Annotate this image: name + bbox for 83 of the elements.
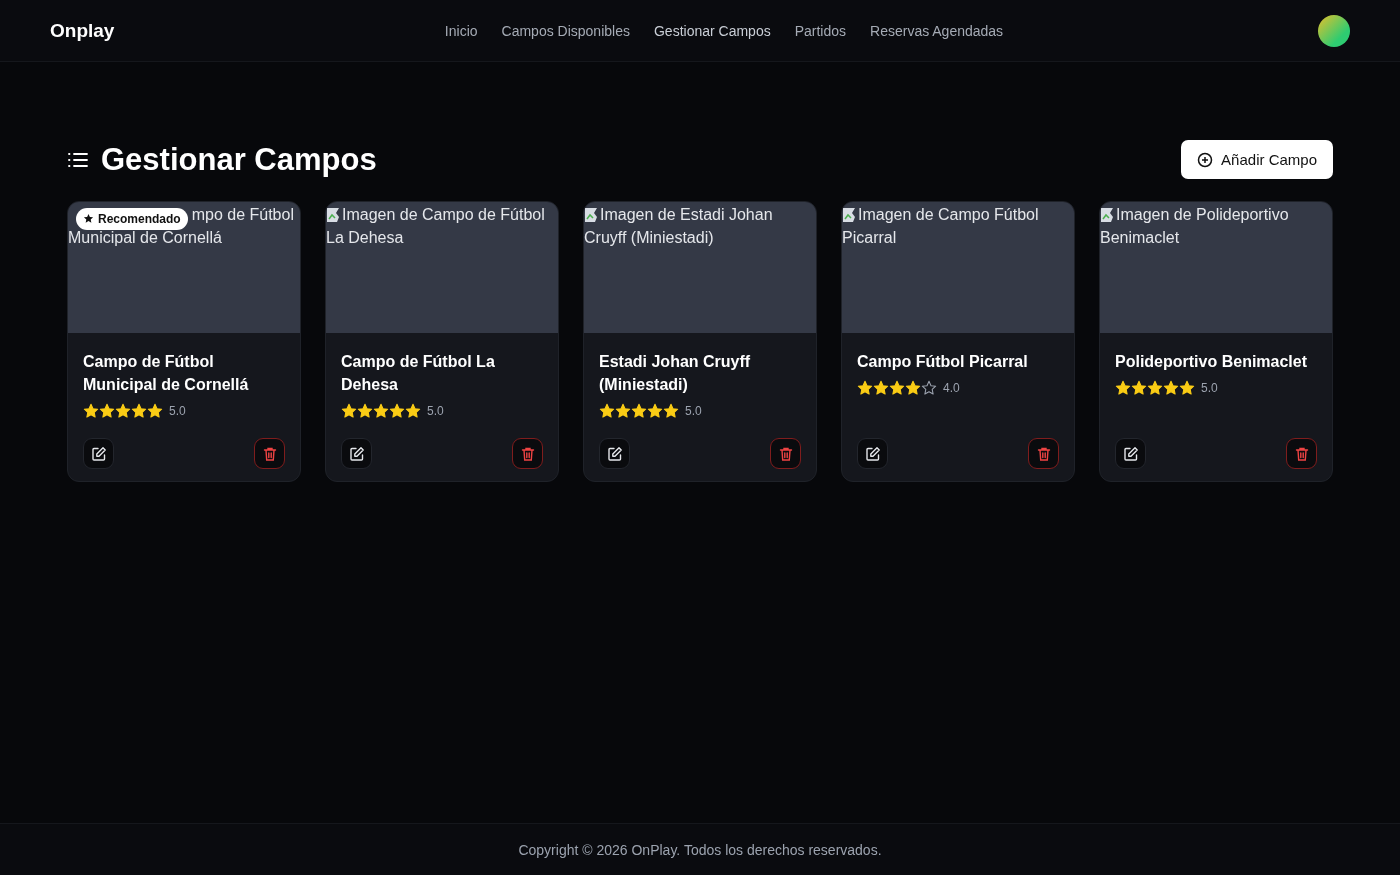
broken-image-icon: [1100, 206, 1114, 223]
edit-button[interactable]: [83, 438, 114, 469]
trash-icon: [261, 445, 278, 462]
copyright-text: Copyright © 2026 OnPlay. Todos los derechos reservados.: [518, 841, 882, 858]
rating-value: 4.0: [943, 381, 960, 395]
brand-logo[interactable]: Onplay: [50, 19, 430, 42]
add-field-button[interactable]: Añadir Campo: [1181, 140, 1333, 179]
star-icon: [1115, 380, 1131, 396]
star-icon: [389, 403, 405, 419]
edit-button[interactable]: [599, 438, 630, 469]
star-icon: [115, 403, 131, 419]
delete-button[interactable]: [1028, 438, 1059, 469]
trash-icon: [519, 445, 536, 462]
delete-button[interactable]: [512, 438, 543, 469]
star-icon: [99, 403, 115, 419]
star-icon: [357, 403, 373, 419]
pencil-icon: [90, 445, 107, 462]
broken-image-icon: [584, 206, 598, 223]
avatar[interactable]: [1318, 14, 1350, 47]
star-icon: [615, 403, 631, 419]
rating-value: 5.0: [427, 404, 444, 418]
star-icon: [83, 403, 99, 419]
nav-link[interactable]: Partidos: [794, 22, 847, 39]
image-alt-text: Benimaclet: [1100, 228, 1180, 248]
trash-icon: [1293, 445, 1310, 462]
delete-button[interactable]: [770, 438, 801, 469]
field-name: Campo de Fútbol La Dehesa: [341, 352, 496, 395]
plus-circle-icon: [1197, 151, 1214, 168]
star-icon: [1163, 380, 1179, 396]
rating-value: 5.0: [169, 404, 186, 418]
star-icon: [873, 380, 889, 396]
star-icon: [889, 380, 905, 396]
star-icon: [647, 403, 663, 419]
star-icon: [131, 403, 147, 419]
pencil-icon: [348, 445, 365, 462]
field-name: Campo Fútbol Picarral: [857, 352, 1029, 372]
image-alt-text: Imagen de Polideportivo: [1116, 205, 1289, 225]
rating-value: 5.0: [685, 404, 702, 418]
trash-icon: [1035, 445, 1052, 462]
star-icon: [921, 380, 937, 396]
broken-image-icon: [842, 206, 856, 223]
star-icon: [1147, 380, 1163, 396]
edit-button[interactable]: [1115, 438, 1146, 469]
image-alt-text: La Dehesa: [326, 228, 404, 248]
pencil-icon: [606, 445, 623, 462]
star-icon: [599, 403, 615, 419]
field-name: Estadi Johan Cruyff (Miniestadi): [599, 352, 752, 395]
star-icon: [663, 403, 679, 419]
star-icon: [631, 403, 647, 419]
field-name: Campo de Fútbol Municipal de Cornellá: [83, 352, 250, 395]
pencil-icon: [1122, 445, 1139, 462]
star-icon: [341, 403, 357, 419]
image-alt-text: Municipal de Cornellá: [68, 228, 222, 248]
delete-button[interactable]: [1286, 438, 1317, 469]
nav-link[interactable]: Inicio: [444, 22, 478, 39]
image-alt-text: mpo de Fútbol: [191, 205, 294, 225]
trash-icon: [777, 445, 794, 462]
delete-button[interactable]: [254, 438, 285, 469]
list-icon: [67, 150, 89, 169]
edit-button[interactable]: [341, 438, 372, 469]
broken-image-icon: [326, 206, 340, 223]
star-icon: [1179, 380, 1195, 396]
image-alt-text: Imagen de Estadi Johan: [600, 205, 773, 225]
star-icon: [857, 380, 873, 396]
nav-link[interactable]: Gestionar Campos: [653, 22, 771, 39]
image-alt-text: Picarral: [842, 228, 897, 248]
recommended-badge: Recomendado: [76, 207, 188, 230]
star-icon: [405, 403, 421, 419]
page-title: Gestionar Campos: [101, 141, 377, 178]
image-alt-text: Imagen de Campo de Fútbol: [342, 205, 545, 225]
edit-button[interactable]: [857, 438, 888, 469]
nav-link[interactable]: Reservas Agendadas: [870, 22, 1004, 39]
star-icon: [905, 380, 921, 396]
star-icon: [373, 403, 389, 419]
star-icon: [147, 403, 163, 419]
pencil-icon: [864, 445, 881, 462]
nav-link[interactable]: Campos Disponibles: [501, 22, 630, 39]
image-alt-text: Imagen de Campo Fútbol: [858, 205, 1039, 225]
field-name: Polideportivo Benimaclet: [1115, 352, 1309, 372]
image-alt-text: Cruyff (Miniestadi): [584, 228, 714, 248]
star-icon: [1131, 380, 1147, 396]
star-icon: [83, 213, 94, 224]
rating-value: 5.0: [1201, 381, 1218, 395]
